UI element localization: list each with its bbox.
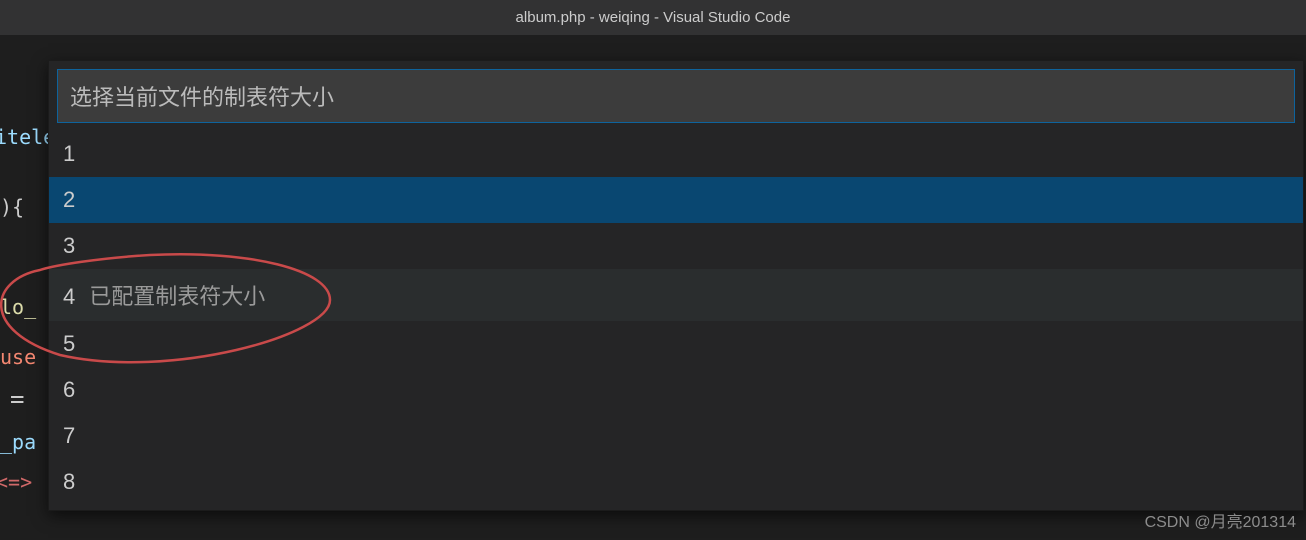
code-fragment: _pa (0, 430, 36, 454)
option-item-3[interactable]: 3 (49, 223, 1303, 269)
option-item-4[interactable]: 4 已配置制表符大小 (49, 269, 1303, 321)
option-label: 4 (63, 284, 75, 310)
code-fragment: <=> (0, 470, 32, 494)
option-item-1[interactable]: 1 (49, 131, 1303, 177)
titlebar: album.php - weiqing - Visual Studio Code (0, 0, 1306, 35)
option-item-8[interactable]: 8 (49, 459, 1303, 505)
code-fragment: ){ (0, 195, 24, 219)
code-fragment: use (0, 345, 36, 369)
option-label: 6 (63, 377, 75, 403)
option-description: 已配置制表符大小 (89, 279, 265, 311)
watermark: CSDN @月亮201314 (1145, 508, 1296, 532)
option-label: 5 (63, 331, 75, 357)
quick-pick-list: 1 2 3 4 已配置制表符大小 5 6 7 8 (49, 131, 1303, 510)
editor-background: itele ){ lo_ use = _pa <=> (0, 35, 48, 540)
option-label: 3 (63, 233, 75, 259)
option-label: 1 (63, 141, 75, 167)
option-item-7[interactable]: 7 (49, 413, 1303, 459)
window-title: album.php - weiqing - Visual Studio Code (516, 9, 791, 26)
option-item-6[interactable]: 6 (49, 367, 1303, 413)
quick-pick-input[interactable]: 选择当前文件的制表符大小 (57, 69, 1295, 123)
code-fragment: itele (0, 125, 48, 149)
option-label: 8 (63, 469, 75, 495)
code-fragment: lo_ (0, 295, 36, 319)
code-fragment: = (10, 385, 24, 413)
option-label: 7 (63, 423, 75, 449)
option-item-2[interactable]: 2 (49, 177, 1303, 223)
quick-pick-panel: 选择当前文件的制表符大小 1 2 3 4 已配置制表符大小 5 6 7 8 (48, 60, 1304, 511)
option-item-5[interactable]: 5 (49, 321, 1303, 367)
option-label: 2 (63, 187, 75, 213)
